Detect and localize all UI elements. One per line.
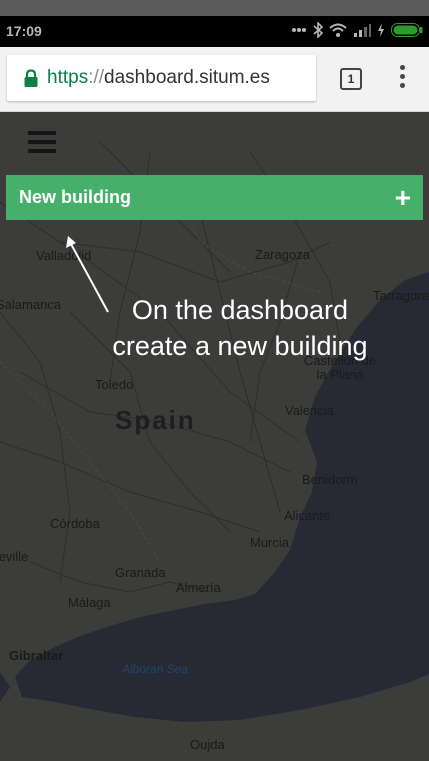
charging-icon — [377, 23, 385, 37]
url-scheme: https — [47, 67, 89, 88]
annotation-line-2: create a new building — [112, 331, 368, 361]
url-separator: :// — [88, 67, 105, 88]
top-band — [0, 0, 429, 16]
signal-icon — [353, 23, 371, 37]
map[interactable]: New building + Valladolid Zaragoza Salam… — [0, 112, 429, 761]
url-bar[interactable]: https://dashboard.situm.es — [7, 55, 316, 101]
bluetooth-icon — [313, 22, 323, 38]
tab-switcher-button[interactable]: 1 — [340, 68, 362, 90]
lock-icon — [24, 69, 38, 87]
annotation-arrow-icon — [66, 236, 109, 313]
wifi-icon — [329, 23, 347, 37]
url-host: dashboard.situm.es — [104, 67, 270, 88]
more-dots-icon — [291, 27, 307, 33]
battery-icon — [391, 23, 423, 37]
browser-toolbar: https://dashboard.situm.es 1 — [0, 47, 429, 112]
annotation-line-1: On the dashboard — [131, 295, 349, 325]
status-icons — [291, 22, 423, 38]
browser-menu-button[interactable] — [392, 65, 412, 93]
status-bar: 17:09 — [0, 16, 429, 47]
url-text: https://dashboard.situm.es — [47, 67, 270, 89]
annotation-text: On the dashboard create a new building — [80, 292, 400, 364]
status-time: 17:09 — [6, 23, 42, 39]
